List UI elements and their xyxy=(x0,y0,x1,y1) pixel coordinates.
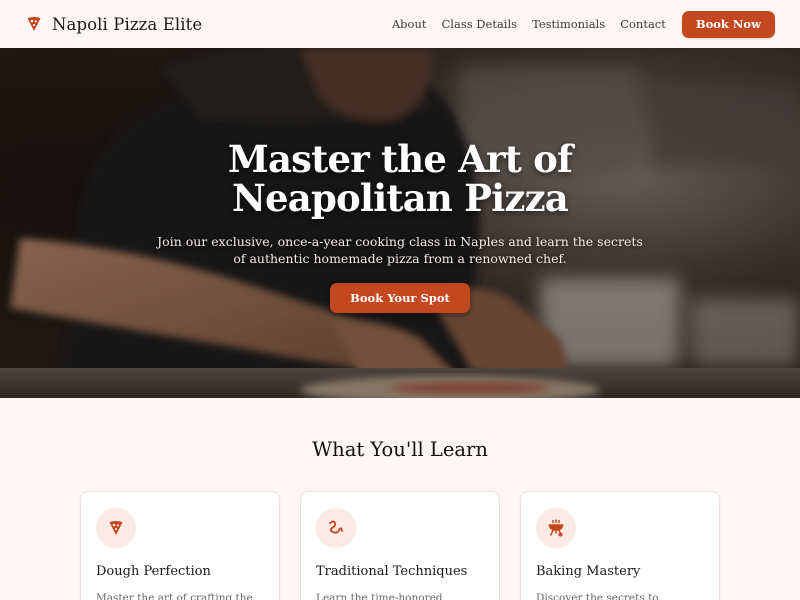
wavy-line-icon xyxy=(316,508,356,548)
brand[interactable]: Napoli Pizza Elite xyxy=(26,15,202,34)
nav-right: About Class Details Testimonials Contact… xyxy=(392,10,775,38)
card-title: Baking Mastery xyxy=(536,564,641,579)
pizza-slice-icon xyxy=(96,508,136,548)
nav-link-testimonials[interactable]: Testimonials xyxy=(532,17,605,31)
feature-cards: Dough Perfection Master the art of craft… xyxy=(80,491,720,600)
brand-name: Napoli Pizza Elite xyxy=(52,14,203,34)
hero-section: Master the Art of Neapolitan Pizza Join … xyxy=(0,48,800,398)
card-description: Master the art of crafting the xyxy=(96,592,253,600)
hero-content: Master the Art of Neapolitan Pizza Join … xyxy=(0,48,800,398)
book-your-spot-button[interactable]: Book Your Spot xyxy=(330,283,470,313)
nav-link-contact[interactable]: Contact xyxy=(620,17,666,31)
card-description: Discover the secrets to achieving a xyxy=(536,592,659,600)
grill-icon xyxy=(536,508,576,548)
section-title: What You'll Learn xyxy=(312,438,488,461)
book-now-button[interactable]: Book Now xyxy=(681,10,775,38)
nav-links: About Class Details Testimonials Contact xyxy=(392,17,666,31)
hero-subtitle: Join our exclusive, once-a-year cooking … xyxy=(157,234,643,266)
pizza-slice-icon xyxy=(26,16,42,32)
hero-title: Master the Art of Neapolitan Pizza xyxy=(227,137,573,220)
card-description: Learn the time-honored xyxy=(316,592,443,600)
navbar: Napoli Pizza Elite About Class Details T… xyxy=(0,0,800,48)
card-title: Dough Perfection xyxy=(96,564,211,579)
nav-link-class-details[interactable]: Class Details xyxy=(442,17,518,31)
card-title: Traditional Techniques xyxy=(316,564,468,579)
nav-link-about[interactable]: About xyxy=(392,17,427,31)
feature-card-baking: Baking Mastery Discover the secrets to a… xyxy=(520,491,720,600)
feature-card-techniques: Traditional Techniques Learn the time-ho… xyxy=(300,491,500,600)
learn-section: What You'll Learn Dough Perfection Maste… xyxy=(0,398,800,600)
feature-card-dough: Dough Perfection Master the art of craft… xyxy=(80,491,280,600)
